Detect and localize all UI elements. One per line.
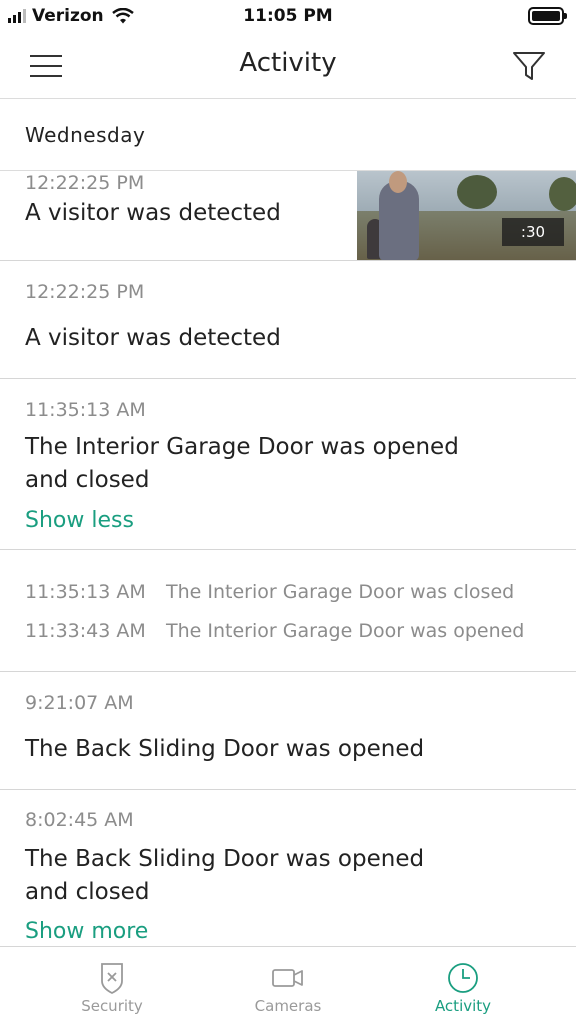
bottom-tab-bar: Security Cameras Activity bbox=[0, 946, 576, 1024]
show-more-link[interactable]: Show more bbox=[25, 919, 148, 944]
sub-event-row: 11:35:13 AM The Interior Garage Door was … bbox=[25, 581, 514, 603]
event-description: A visitor was detected bbox=[25, 325, 281, 351]
event-time: 9:21:07 AM bbox=[25, 692, 134, 714]
battery-icon bbox=[528, 7, 567, 25]
sub-event-description: The Interior Garage Door was opened bbox=[166, 620, 525, 642]
event-time: 11:35:13 AM bbox=[25, 399, 146, 421]
activity-event-row[interactable]: 12:22:25 PM A visitor was detected :30 bbox=[0, 171, 576, 261]
day-label: Wednesday bbox=[25, 123, 146, 147]
navigation-bar: Activity bbox=[0, 34, 576, 99]
video-camera-icon bbox=[272, 969, 303, 987]
clock-icon bbox=[448, 963, 478, 993]
activity-event-row[interactable]: 8:02:45 AM The Back Sliding Door was ope… bbox=[0, 791, 576, 946]
page-title: Activity bbox=[239, 48, 337, 78]
tab-activity[interactable]: Activity bbox=[367, 947, 559, 1024]
event-description: A visitor was detected bbox=[25, 200, 281, 226]
tab-label: Activity bbox=[434, 997, 492, 1015]
day-section-header: Wednesday bbox=[0, 100, 576, 171]
event-description-line-2: and closed bbox=[25, 467, 150, 493]
event-description-line-1: The Back Sliding Door was opened bbox=[25, 846, 425, 872]
sub-event-time: 11:33:43 AM bbox=[25, 620, 146, 642]
tab-label: Security bbox=[81, 997, 143, 1015]
event-time: 12:22:25 PM bbox=[25, 281, 145, 303]
sub-event-time: 11:35:13 AM bbox=[25, 581, 146, 603]
sub-event-description: The Interior Garage Door was closed bbox=[166, 581, 515, 603]
event-time: 8:02:45 AM bbox=[25, 809, 134, 831]
filter-funnel-icon[interactable] bbox=[512, 50, 546, 82]
expanded-sub-events: 11:35:13 AM The Interior Garage Door was … bbox=[0, 551, 576, 672]
activity-event-row[interactable]: 9:21:07 AM The Back Sliding Door was ope… bbox=[0, 673, 576, 790]
tab-cameras[interactable]: Cameras bbox=[192, 947, 384, 1024]
status-time: 11:05 PM bbox=[243, 6, 333, 26]
tab-label: Cameras bbox=[254, 997, 322, 1015]
video-duration-badge: :30 bbox=[502, 218, 564, 246]
tab-security[interactable]: Security bbox=[16, 947, 208, 1024]
event-description: The Back Sliding Door was opened bbox=[25, 736, 425, 762]
sub-event-row: 11:33:43 AM The Interior Garage Door was … bbox=[25, 620, 524, 642]
status-bar: Verizon 11:05 PM bbox=[0, 0, 576, 34]
event-description-line-2: and closed bbox=[25, 879, 150, 905]
activity-event-row[interactable]: 12:22:25 PM A visitor was detected bbox=[0, 262, 576, 379]
event-description-line-1: The Interior Garage Door was opened bbox=[25, 434, 459, 460]
activity-event-row[interactable]: 11:35:13 AM The Interior Garage Door was… bbox=[0, 380, 576, 550]
show-less-link[interactable]: Show less bbox=[25, 508, 134, 533]
shield-icon bbox=[101, 963, 123, 995]
event-time: 12:22:25 PM bbox=[25, 172, 145, 194]
video-thumbnail[interactable]: :30 bbox=[357, 171, 576, 260]
